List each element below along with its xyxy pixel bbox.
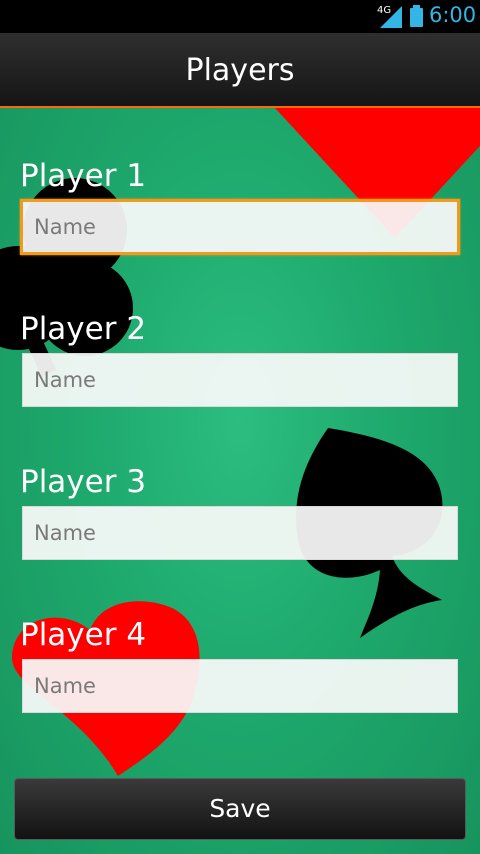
status-time: 6:00 xyxy=(429,3,477,27)
status-bar: 4G 6:00 xyxy=(0,0,480,33)
player-1-name-input[interactable] xyxy=(20,199,460,255)
player-3-label: Player 3 xyxy=(20,464,147,500)
player-4-name-input[interactable] xyxy=(22,659,458,713)
player-2-label: Player 2 xyxy=(20,311,147,347)
action-bar: Players xyxy=(0,33,480,108)
battery-icon xyxy=(410,5,423,27)
player-2-name-input[interactable] xyxy=(22,353,458,407)
player-3-name-input[interactable] xyxy=(22,506,458,560)
player-1-label: Player 1 xyxy=(20,158,147,194)
signal-icon xyxy=(380,6,402,28)
save-button[interactable]: Save xyxy=(14,778,466,840)
page-title: Players xyxy=(185,53,295,88)
player-4-label: Player 4 xyxy=(20,617,147,653)
